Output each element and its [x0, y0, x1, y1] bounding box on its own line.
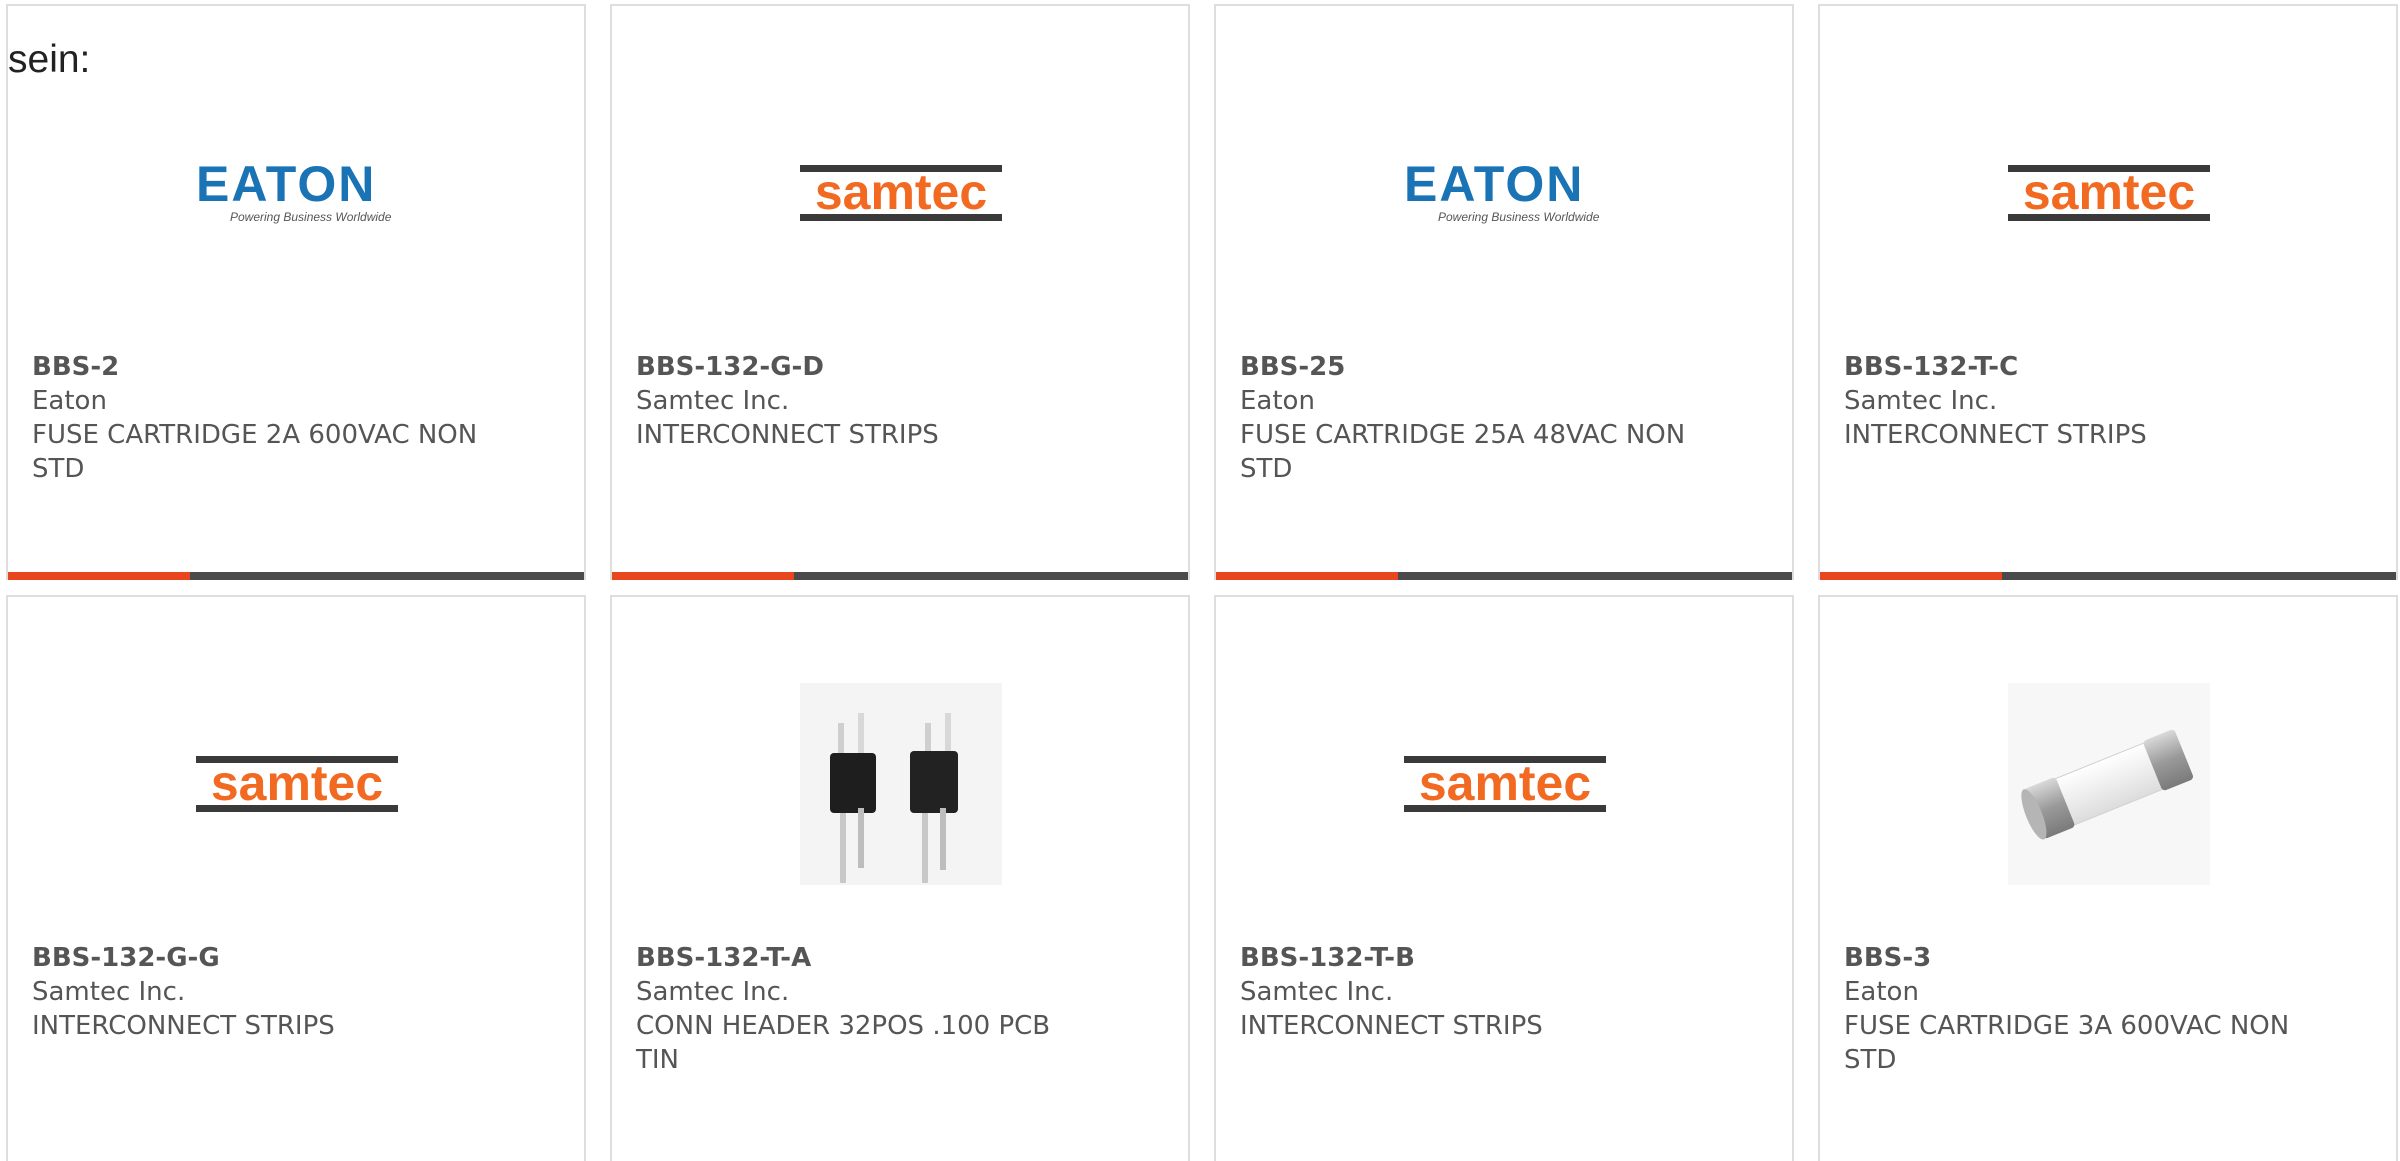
card-bottom-bar	[1820, 572, 2396, 580]
manufacturer-name: Eaton	[1844, 977, 1919, 1007]
product-image[interactable]: EATON Powering Business Worldwide	[1404, 92, 1606, 294]
product-description: FUSE CARTRIDGE 25A 48VAC NON STD	[1240, 420, 1686, 484]
eaton-tagline: Powering Business Worldwide	[230, 210, 392, 224]
product-info: BBS-25 Eaton FUSE CARTRIDGE 25A 48VAC NON …	[1240, 350, 1768, 486]
samtec-wordmark: samtec	[2023, 165, 2195, 220]
product-card[interactable]: samtec BBS-132-G-G Samtec Inc. INTERCONNEC…	[6, 595, 586, 1161]
product-card[interactable]: samtec BBS-132-T-C Samtec Inc. INTERCONNEC…	[1818, 4, 2398, 580]
manufacturer-name: Samtec Inc.	[636, 977, 790, 1007]
eaton-wordmark: EATON	[1404, 156, 1584, 212]
bar-rest-segment	[2002, 572, 2396, 580]
samtec-wordmark: samtec	[1419, 756, 1591, 811]
product-description: FUSE CARTRIDGE 3A 600VAC NON STD	[1844, 1011, 2290, 1075]
product-image[interactable]: samtec	[1404, 683, 1606, 885]
bar-rest-segment	[190, 572, 584, 580]
intro-text: sein:	[8, 38, 91, 81]
product-info: BBS-3 Eaton FUSE CARTRIDGE 3A 600VAC NON S…	[1844, 941, 2372, 1077]
product-description: INTERCONNECT STRIPS	[1844, 420, 2147, 450]
bar-accent-segment	[1216, 572, 1398, 580]
product-description: CONN HEADER 32POS .100 PCB TIN	[636, 1011, 1051, 1075]
product-description: INTERCONNECT STRIPS	[636, 420, 939, 450]
samtec-logo: samtec	[196, 756, 398, 812]
manufacturer-name: Samtec Inc.	[1240, 977, 1394, 1007]
part-number-link[interactable]: BBS-132-T-C	[1844, 350, 2372, 384]
bar-rest-segment	[1398, 572, 1792, 580]
product-image[interactable]: samtec	[196, 683, 398, 885]
manufacturer-name: Eaton	[32, 386, 107, 416]
product-card[interactable]: EATON Powering Business Worldwide BBS-25…	[1214, 4, 1794, 580]
product-image[interactable]	[800, 683, 1002, 885]
product-image[interactable]: samtec	[800, 92, 1002, 294]
product-image[interactable]: samtec	[2008, 92, 2210, 294]
samtec-logo: samtec	[2008, 165, 2210, 221]
samtec-wordmark: samtec	[211, 756, 383, 811]
bar-rest-segment	[794, 572, 1188, 580]
part-number-link[interactable]: BBS-132-T-B	[1240, 941, 1768, 975]
product-card[interactable]: samtec BBS-132-T-B Samtec Inc. INTERCONNEC…	[1214, 595, 1794, 1161]
part-number-link[interactable]: BBS-25	[1240, 350, 1768, 384]
bar-accent-segment	[1820, 572, 2002, 580]
eaton-tagline: Powering Business Worldwide	[1438, 210, 1600, 224]
part-number-link[interactable]: BBS-3	[1844, 941, 2372, 975]
card-bottom-bar	[1216, 572, 1792, 580]
product-info: BBS-132-G-G Samtec Inc. INTERCONNECT STRIP…	[32, 941, 560, 1043]
samtec-logo: samtec	[1404, 756, 1606, 812]
product-listing-page: sein: EATON Powering Business Worldwide …	[0, 0, 2400, 1161]
samtec-wordmark: samtec	[815, 165, 987, 220]
product-description: INTERCONNECT STRIPS	[1240, 1011, 1543, 1041]
manufacturer-name: Samtec Inc.	[636, 386, 790, 416]
eaton-wordmark: EATON	[196, 156, 376, 212]
product-grid: EATON Powering Business Worldwide BBS-2 E…	[6, 4, 2400, 1161]
card-bottom-bar	[8, 572, 584, 580]
product-info: BBS-132-T-A Samtec Inc. CONN HEADER 32POS …	[636, 941, 1164, 1077]
product-info: BBS-132-G-D Samtec Inc. INTERCONNECT STRIP…	[636, 350, 1164, 452]
bar-accent-segment	[8, 572, 190, 580]
manufacturer-name: Samtec Inc.	[1844, 386, 1998, 416]
product-description: FUSE CARTRIDGE 2A 600VAC NON STD	[32, 420, 478, 484]
manufacturer-name: Samtec Inc.	[32, 977, 186, 1007]
card-bottom-bar	[612, 572, 1188, 580]
product-image[interactable]	[2008, 683, 2210, 885]
product-card[interactable]: BBS-132-T-A Samtec Inc. CONN HEADER 32POS …	[610, 595, 1190, 1161]
part-number-link[interactable]: BBS-132-T-A	[636, 941, 1164, 975]
product-image[interactable]: EATON Powering Business Worldwide	[196, 92, 398, 294]
eaton-logo: EATON Powering Business Worldwide	[196, 156, 398, 225]
bar-accent-segment	[612, 572, 794, 580]
fuse-cartridge-photo	[2008, 683, 2210, 885]
part-number-link[interactable]: BBS-132-G-G	[32, 941, 560, 975]
samtec-logo: samtec	[800, 165, 1002, 221]
part-number-link[interactable]: BBS-2	[32, 350, 560, 384]
part-number-link[interactable]: BBS-132-G-D	[636, 350, 1164, 384]
product-card[interactable]: BBS-3 Eaton FUSE CARTRIDGE 3A 600VAC NON S…	[1818, 595, 2398, 1161]
product-card[interactable]: EATON Powering Business Worldwide BBS-2 E…	[6, 4, 586, 580]
manufacturer-name: Eaton	[1240, 386, 1315, 416]
product-info: BBS-132-T-C Samtec Inc. INTERCONNECT STRIP…	[1844, 350, 2372, 452]
product-info: BBS-132-T-B Samtec Inc. INTERCONNECT STRIP…	[1240, 941, 1768, 1043]
connector-header-photo	[800, 683, 1002, 885]
eaton-logo: EATON Powering Business Worldwide	[1404, 156, 1606, 225]
product-description: INTERCONNECT STRIPS	[32, 1011, 335, 1041]
product-card[interactable]: samtec BBS-132-G-D Samtec Inc. INTERCONNEC…	[610, 4, 1190, 580]
product-info: BBS-2 Eaton FUSE CARTRIDGE 2A 600VAC NON S…	[32, 350, 560, 486]
